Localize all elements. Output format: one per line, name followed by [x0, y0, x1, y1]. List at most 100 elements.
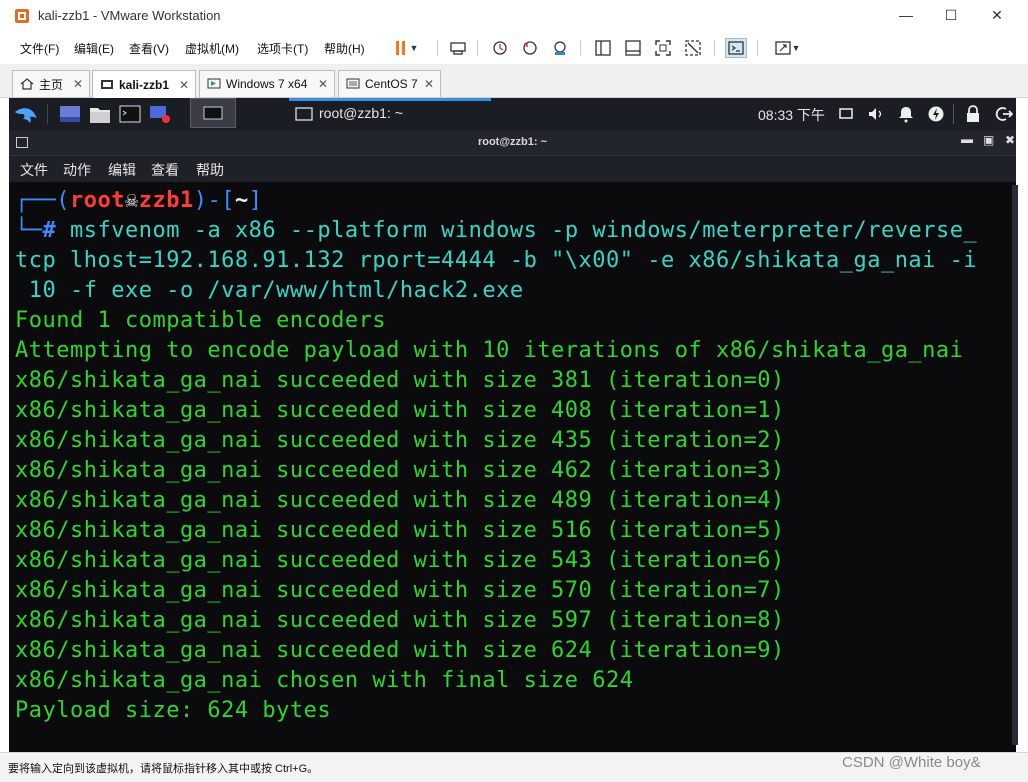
prompt-line: ┌──(root☠zzb1)-[~] — [15, 188, 263, 213]
tab-kali-zzb1[interactable]: kali-zzb1 ✕ — [92, 70, 196, 98]
vm-icon — [101, 79, 113, 89]
send-ctrl-alt-del-button[interactable] — [447, 38, 469, 58]
tab-centos-7[interactable]: CentOS 7 ✕ — [338, 70, 441, 97]
show-desktop-icon[interactable] — [59, 105, 81, 123]
revert-snapshot-button[interactable] — [519, 38, 541, 58]
minimize-button[interactable]: — — [883, 2, 929, 28]
close-icon[interactable]: ✕ — [179, 78, 189, 92]
volume-icon[interactable] — [867, 106, 885, 122]
notification-bell-icon[interactable] — [898, 105, 914, 123]
output-line: x86/shikata_ga_nai succeeded with size 3… — [15, 368, 785, 393]
stretch-view-dropdown-button[interactable]: ▼ — [768, 38, 806, 58]
terminal-menu-help[interactable]: 帮助 — [196, 160, 224, 180]
output-line: x86/shikata_ga_nai succeeded with size 4… — [15, 458, 785, 483]
power-manager-icon[interactable] — [927, 105, 945, 123]
unity-icon — [685, 40, 701, 56]
output-line: x86/shikata_ga_nai succeeded with size 5… — [15, 518, 785, 543]
tab-label: Windows 7 x64 — [226, 77, 308, 91]
pause-dropdown-button[interactable]: ▼ — [388, 38, 422, 58]
library-view-button[interactable] — [592, 38, 614, 58]
output-line: x86/shikata_ga_nai succeeded with size 6… — [15, 638, 785, 663]
output-line: Attempting to encode payload with 10 ite… — [15, 338, 964, 363]
snapshot-icon — [493, 41, 507, 55]
terminal-menu-view[interactable]: 查看 — [151, 160, 179, 180]
panel-separator — [47, 104, 48, 124]
terminal-minimize-button[interactable]: ▬ — [961, 132, 973, 146]
fullscreen-icon — [655, 40, 671, 56]
file-manager-icon[interactable] — [89, 104, 111, 124]
tab-label: 主页 — [39, 77, 64, 92]
menu-toolbar: 文件(F) 编辑(E) 查看(V) 虚拟机(M) 选项卡(T) 帮助(H) ▼ … — [0, 32, 1028, 64]
status-hint-text: 要将输入定向到该虚拟机，请将鼠标指针移入其中或按 Ctrl+G。 — [8, 763, 319, 775]
command-text: 10 -f exe -o /var/www/html/hack2.exe — [15, 278, 524, 303]
menu-help[interactable]: 帮助(H) — [324, 40, 365, 57]
command-text: msfvenom -a x86 --platform windows -p wi… — [70, 218, 978, 243]
output-line: x86/shikata_ga_nai succeeded with size 5… — [15, 578, 785, 603]
terminal-scrollbar[interactable] — [1012, 185, 1018, 745]
terminal-launcher-icon[interactable] — [119, 104, 141, 124]
watermark: CSDN @White boy& — [842, 754, 981, 771]
display-icon[interactable] — [838, 106, 854, 122]
tab-label: CentOS 7 — [365, 77, 418, 91]
tab-windows-7-x64[interactable]: Windows 7 x64 ✕ — [199, 70, 335, 97]
toolbar-separator — [477, 40, 478, 56]
full-screen-button[interactable] — [652, 38, 674, 58]
console-layout-icon — [625, 40, 641, 56]
command-line: └─# msfvenom -a x86 --platform windows -… — [15, 218, 978, 243]
vmware-title-bar: kali-zzb1 - VMware Workstation — ☐ ✕ — [0, 0, 1028, 32]
vmware-logo-icon — [15, 9, 29, 23]
console-view-button[interactable] — [622, 38, 644, 58]
close-icon[interactable]: ✕ — [73, 77, 83, 91]
terminal-menu-actions[interactable]: 动作 — [63, 160, 91, 180]
prompt-dir: ~ — [234, 188, 249, 213]
menu-view[interactable]: 查看(V) — [129, 40, 169, 57]
terminal-menu-file[interactable]: 文件 — [20, 160, 48, 180]
menu-tabs[interactable]: 选项卡(T) — [257, 40, 308, 57]
output-line: x86/shikata_ga_nai succeeded with size 4… — [15, 428, 785, 453]
close-icon[interactable]: ✕ — [424, 77, 434, 91]
prompt-host: zzb1 — [138, 188, 194, 213]
terminal-menu-bar: 文件 动作 编辑 查看 帮助 — [9, 156, 1016, 182]
home-icon — [20, 78, 34, 90]
terminal-console-button[interactable] — [725, 38, 747, 58]
panel-clock[interactable]: 08:33 下午 — [758, 105, 825, 125]
kali-dragon-icon[interactable] — [13, 102, 39, 126]
menu-edit[interactable]: 编辑(E) — [74, 40, 114, 57]
pause-icon — [395, 41, 405, 55]
vm-icon — [346, 78, 360, 89]
active-window-indicator — [289, 98, 491, 101]
menu-vm[interactable]: 虚拟机(M) — [185, 40, 239, 57]
snapshot-manager-button[interactable] — [549, 38, 571, 58]
terminal-title-bar: root@zzb1: ~ ▬ ▣ ✖ — [9, 130, 1016, 156]
send-keys-icon — [450, 42, 466, 55]
terminal-menu-edit[interactable]: 编辑 — [108, 160, 136, 180]
tab-label: kali-zzb1 — [119, 77, 170, 92]
output-line: x86/shikata_ga_nai succeeded with size 5… — [15, 608, 785, 633]
unity-button[interactable] — [682, 38, 704, 58]
terminal-output[interactable]: ┌──(root☠zzb1)-[~] └─# msfvenom -a x86 -… — [9, 182, 1016, 752]
output-line: x86/shikata_ga_nai succeeded with size 5… — [15, 548, 785, 573]
terminal-title: root@zzb1: ~ — [477, 136, 548, 148]
toolbar-separator — [437, 40, 438, 56]
maximize-button[interactable]: ☐ — [928, 2, 974, 28]
close-icon[interactable]: ✕ — [318, 77, 328, 91]
output-line: x86/shikata_ga_nai chosen with final siz… — [15, 668, 634, 693]
toolbar-separator — [757, 40, 758, 56]
terminal-window-icon — [295, 107, 313, 121]
snapshot-button[interactable] — [489, 38, 511, 58]
panel-separator — [953, 104, 954, 124]
terminal-close-button[interactable]: ✖ — [1005, 133, 1015, 147]
tab-home[interactable]: 主页 ✕ — [12, 70, 90, 97]
menu-file[interactable]: 文件(F) — [20, 40, 59, 57]
terminal-window-icon — [203, 106, 223, 120]
window-title: kali-zzb1 - VMware Workstation — [38, 8, 221, 23]
lock-icon[interactable] — [966, 105, 980, 123]
close-button[interactable]: ✕ — [974, 2, 1020, 28]
taskbar-window-label[interactable]: root@zzb1: ~ — [319, 105, 403, 121]
logout-icon[interactable] — [995, 105, 1013, 123]
workspace-switcher[interactable] — [190, 98, 236, 128]
left-margin — [0, 98, 9, 758]
screen-recorder-icon[interactable] — [149, 104, 171, 124]
terminal-maximize-button[interactable]: ▣ — [983, 133, 994, 147]
kali-top-panel: root@zzb1: ~ 08:33 下午 — [9, 98, 1016, 130]
